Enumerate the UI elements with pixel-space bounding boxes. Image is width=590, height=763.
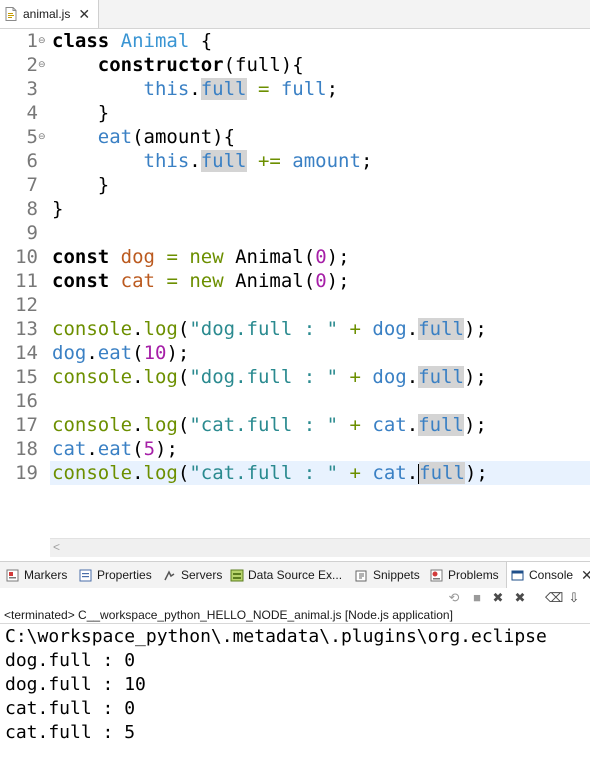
code-line[interactable]: console.log("cat.full : " + cat.full); <box>52 413 487 437</box>
scroll-left-arrow-icon[interactable]: < <box>53 540 60 554</box>
tab-problems[interactable]: Problems <box>430 562 499 588</box>
console-icon <box>511 569 524 582</box>
tab-markers[interactable]: Markers <box>6 562 67 588</box>
line-number: 8 <box>26 198 38 220</box>
tab-snippets-label: Snippets <box>373 568 420 582</box>
tab-servers-label: Servers <box>181 568 223 582</box>
code-line[interactable]: const cat = new Animal(0); <box>52 269 350 293</box>
console-toolbar: ⟲ ■ ✖ ✖ ⌫ ⇩ <box>0 588 590 608</box>
console-output[interactable]: C:\workspace_python\.metadata\.plugins\o… <box>0 625 590 763</box>
line-number: 16 <box>15 390 38 412</box>
horizontal-scrollbar[interactable]: < <box>50 538 590 557</box>
line-number: 4 <box>26 102 38 124</box>
scroll-lock-icon[interactable]: ⇩ <box>566 590 582 606</box>
line-number: 13 <box>15 318 38 340</box>
editor-tab-animal-js[interactable]: animal.js ✕ <box>0 0 99 28</box>
remove-launch-icon[interactable]: ✖ <box>490 590 506 606</box>
console-line: C:\workspace_python\.metadata\.plugins\o… <box>5 626 547 647</box>
line-number: 17 <box>15 414 38 436</box>
console-line: dog.full : 0 <box>5 650 136 671</box>
line-number: 2 <box>26 54 38 76</box>
line-number: 1 <box>26 30 38 52</box>
fold-toggle-icon[interactable]: ⊖ <box>38 53 48 77</box>
console-line: dog.full : 10 <box>5 674 146 695</box>
code-line[interactable]: console.log("dog.full : " + dog.full); <box>52 365 487 389</box>
console-line: cat.full : 5 <box>5 722 136 743</box>
code-line[interactable]: this.full += amount; <box>52 149 372 173</box>
code-line[interactable]: class Animal { <box>52 29 212 53</box>
clear-console-icon[interactable]: ⌫ <box>545 590 563 606</box>
markers-icon <box>6 569 19 582</box>
line-number: 19 <box>15 462 38 484</box>
code-line[interactable]: this.full = full; <box>52 77 338 101</box>
tab-properties[interactable]: Properties <box>79 562 152 588</box>
js-file-icon <box>5 7 17 21</box>
remove-all-terminated-icon[interactable]: ✖ <box>512 590 528 606</box>
code-line[interactable]: } <box>52 101 109 125</box>
line-number: 6 <box>26 150 38 172</box>
pin-console-icon[interactable]: ⟲ <box>446 590 462 606</box>
servers-icon <box>163 569 176 582</box>
overview-ruler <box>0 29 14 539</box>
editor-tab-bar: animal.js ✕ <box>0 0 590 29</box>
close-tab-icon[interactable]: ✕ <box>78 7 90 21</box>
code-line[interactable]: dog.eat(10); <box>52 341 189 365</box>
code-line[interactable]: eat(amount){ <box>52 125 235 149</box>
problems-icon <box>430 569 443 582</box>
code-editor[interactable]: 1 ⊖ class Animal {2 ⊖ constructor(full){3 t… <box>0 29 590 557</box>
data-source-icon <box>230 569 244 582</box>
code-line[interactable]: const dog = new Animal(0); <box>52 245 350 269</box>
close-console-icon[interactable]: ✕ <box>581 567 590 584</box>
tab-data-source-explorer[interactable]: Data Source Ex... <box>230 562 342 588</box>
editor-tab-label: animal.js <box>23 7 71 21</box>
code-line[interactable]: } <box>52 173 109 197</box>
line-number: 9 <box>26 222 38 244</box>
fold-toggle-icon[interactable]: ⊖ <box>38 125 48 149</box>
code-line[interactable]: cat.eat(5); <box>52 437 178 461</box>
tab-markers-label: Markers <box>24 568 68 582</box>
line-number: 15 <box>15 366 38 388</box>
tab-properties-label: Properties <box>97 568 152 582</box>
views-tab-bar: Markers Properties Servers Data Source E… <box>0 561 590 589</box>
code-line[interactable]: console.log("cat.full : " + cat.full); <box>52 461 488 485</box>
line-number: 11 <box>15 270 38 292</box>
line-number: 12 <box>15 294 38 316</box>
tab-problems-label: Problems <box>448 568 499 582</box>
fold-toggle-icon[interactable]: ⊖ <box>38 29 48 53</box>
snippets-icon <box>355 569 368 582</box>
properties-icon <box>79 569 92 582</box>
console-line: cat.full : 0 <box>5 698 136 719</box>
code-line[interactable]: constructor(full){ <box>52 53 304 77</box>
tab-snippets[interactable]: Snippets <box>355 562 420 588</box>
line-number: 10 <box>15 246 38 268</box>
terminate-icon[interactable]: ■ <box>469 590 485 606</box>
line-number: 7 <box>26 174 38 196</box>
code-line[interactable]: console.log("dog.full : " + dog.full); <box>52 317 487 341</box>
console-status: <terminated> C__workspace_python_HELLO_N… <box>0 606 590 624</box>
line-number: 18 <box>15 438 38 460</box>
tab-servers[interactable]: Servers <box>163 562 222 588</box>
tab-console-label: Console <box>529 568 574 582</box>
line-number: 14 <box>15 342 38 364</box>
tab-data-source-label: Data Source Ex... <box>248 568 343 582</box>
line-number: 5 <box>26 126 38 148</box>
line-number: 3 <box>26 78 38 100</box>
code-line[interactable]: } <box>52 197 63 221</box>
tab-console[interactable]: Console ✕ <box>506 562 590 588</box>
